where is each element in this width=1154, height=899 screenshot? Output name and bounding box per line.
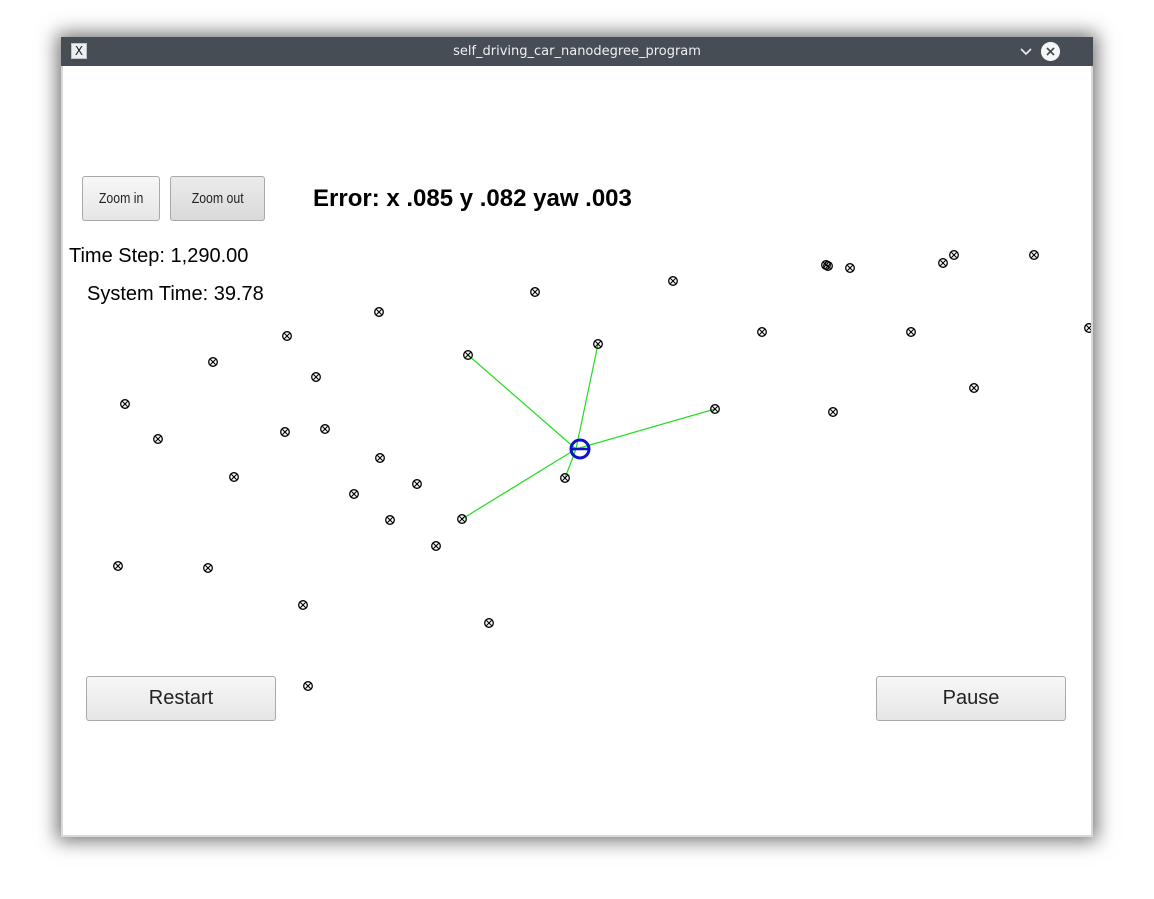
crossed-circle-icon [208,357,218,367]
crossed-circle-icon [298,600,308,610]
crossed-circle-icon [949,250,959,260]
crossed-circle-icon [969,383,979,393]
crossed-circle-icon [668,276,678,286]
crossed-circle-icon [282,331,292,341]
restart-button[interactable]: Restart [86,676,276,721]
crossed-circle-icon [412,479,422,489]
zoom-out-label: Zoom out [191,190,244,207]
crossed-circle-icon [374,307,384,317]
app-window: X self_driving_car_nanodegree_program Zo… [61,37,1093,837]
crossed-circle-icon [1029,250,1039,260]
crossed-circle-icon [463,350,473,360]
zoom-in-label: Zoom in [98,190,144,207]
crossed-circle-icon [303,681,313,691]
crossed-circle-icon [828,407,838,417]
crossed-circle-icon [385,515,395,525]
observation-line [467,354,577,450]
observation-line [461,448,577,520]
zoom-out-button[interactable]: Zoom out [170,176,265,221]
close-icon[interactable] [1041,42,1060,61]
observation-lines [461,343,716,520]
crossed-circle-icon [560,473,570,483]
landmarks [113,250,1091,691]
crossed-circle-icon [593,339,603,349]
crossed-circle-icon [906,327,916,337]
title-bar[interactable]: X self_driving_car_nanodegree_program [61,37,1093,66]
crossed-circle-icon [153,434,163,444]
crossed-circle-icon [229,472,239,482]
crossed-circle-icon [349,489,359,499]
crossed-circle-icon [431,541,441,551]
crossed-circle-icon [320,424,330,434]
crossed-circle-icon [375,453,385,463]
crossed-circle-icon [203,563,213,573]
minimize-chevron-icon[interactable] [1017,43,1035,61]
system-time-readout: System Time: 39.78 [87,283,264,305]
crossed-circle-icon [757,327,767,337]
pause-button[interactable]: Pause [876,676,1066,721]
zoom-in-button[interactable]: Zoom in [82,176,160,221]
crossed-circle-icon [457,514,467,524]
crossed-circle-icon [1084,323,1091,333]
crossed-circle-icon [845,263,855,273]
crossed-circle-icon [311,372,321,382]
crossed-circle-icon [710,404,720,414]
vehicle-marker [569,438,591,460]
crossed-circle-icon [280,427,290,437]
window-title: self_driving_car_nanodegree_program [453,44,701,59]
crossed-circle-icon [120,399,130,409]
simulator-view: Zoom in Zoom out Error: x .085 y .082 ya… [61,66,1093,837]
crossed-circle-icon [113,561,123,571]
observation-line [575,343,599,450]
error-readout: Error: x .085 y .082 yaw .003 [313,185,632,212]
observation-line [575,408,716,450]
crossed-circle-icon [938,258,948,268]
time-step-readout: Time Step: 1,290.00 [69,245,249,267]
crossed-circle-icon [530,287,540,297]
crossed-circle-icon [484,618,494,628]
